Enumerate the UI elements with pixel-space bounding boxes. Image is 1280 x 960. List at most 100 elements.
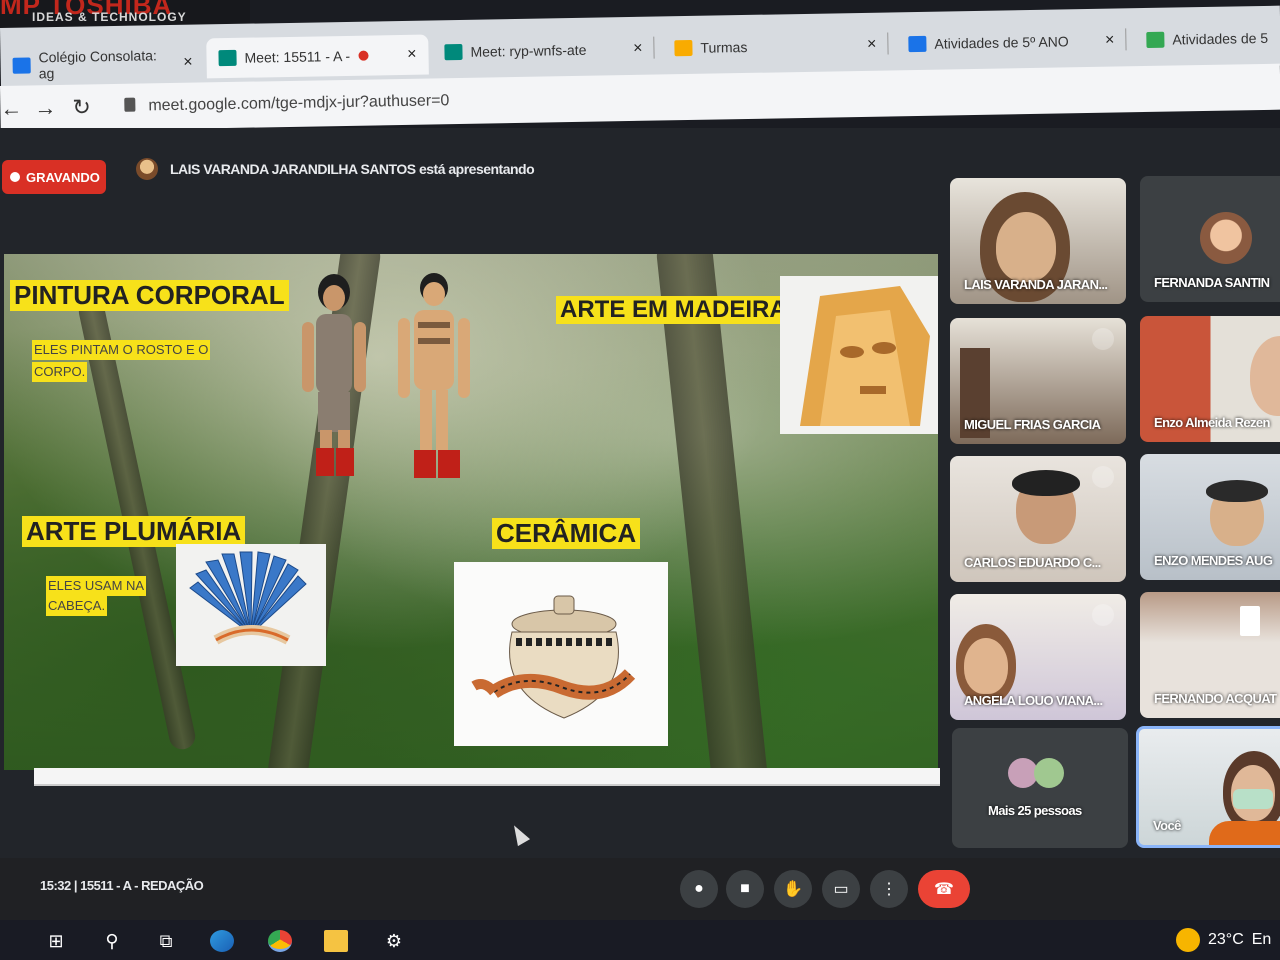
wooden-mask-image bbox=[780, 276, 938, 434]
slide-bottom-edge bbox=[34, 768, 940, 786]
mic-icon[interactable]: ● bbox=[680, 870, 718, 908]
tab-colegio[interactable]: Colégio Consolata: ag × bbox=[0, 42, 205, 86]
calendar-24-icon bbox=[12, 57, 31, 74]
participant-face bbox=[1250, 336, 1280, 416]
tab-label: Atividades de 5 bbox=[1172, 29, 1269, 48]
participant-tile[interactable]: FERNANDO ACQUAT bbox=[1140, 592, 1280, 718]
participant-hair bbox=[1012, 470, 1080, 496]
face-mask bbox=[1233, 789, 1273, 809]
recording-indicator-icon bbox=[358, 50, 369, 61]
windows-start-icon[interactable]: ⊞ bbox=[44, 930, 68, 952]
participant-tile[interactable]: MIGUEL FRIAS GARCIA bbox=[950, 318, 1126, 444]
mic-muted-icon bbox=[1092, 328, 1114, 350]
close-tab-icon[interactable]: × bbox=[1105, 32, 1115, 50]
wall-paper bbox=[1240, 606, 1260, 636]
form-icon bbox=[908, 35, 927, 53]
participant-name: FERNANDA SANTIN bbox=[1154, 275, 1270, 290]
meeting-info: 15:32 | 15511 - A - REDAÇÃO bbox=[40, 878, 204, 893]
classroom-icon bbox=[674, 39, 693, 57]
address-bar[interactable]: meet.google.com/tge-mdjx-jur?authuser=0 bbox=[148, 92, 449, 115]
close-tab-icon[interactable]: × bbox=[407, 46, 417, 64]
participant-name: FERNANDO ACQUAT bbox=[1154, 691, 1277, 706]
tab-label: Meet: 15511 - A - bbox=[244, 47, 351, 66]
language-indicator[interactable]: En bbox=[1252, 931, 1272, 949]
file-explorer-icon[interactable] bbox=[324, 930, 348, 952]
recording-badge: GRAVANDO bbox=[2, 160, 106, 194]
presented-slide: PINTURA CORPORAL ELES PINTAM O ROSTO E O… bbox=[4, 254, 938, 770]
tree-trunk bbox=[654, 254, 770, 770]
participant-tile[interactable]: LAIS VARANDA JARAN... bbox=[950, 178, 1126, 304]
tab-separator bbox=[653, 36, 655, 59]
tab-atividades-5[interactable]: Atividades de 5 bbox=[1134, 17, 1280, 60]
ceramic-pot-image bbox=[454, 562, 668, 746]
windows-taskbar: ⊞ ⚲ ⧉ ⚙ 23°C En bbox=[0, 920, 1280, 960]
reload-icon[interactable]: ↻ bbox=[72, 94, 91, 120]
participant-tile[interactable]: Enzo Almeida Rezen bbox=[1140, 316, 1280, 442]
more-participants-tile[interactable]: Mais 25 pessoas bbox=[952, 728, 1128, 848]
camera-icon[interactable]: ■ bbox=[726, 870, 764, 908]
tab-label: Atividades de 5º ANO bbox=[934, 33, 1069, 52]
presenter-avatar bbox=[136, 158, 158, 180]
participant-name: Você bbox=[1153, 818, 1181, 833]
weather-widget[interactable]: 23°C En bbox=[1176, 928, 1271, 952]
monitor-tagline: IDEAS & TECHNOLOGY bbox=[32, 10, 187, 24]
section-title: ARTE EM MADEIRA bbox=[556, 296, 791, 324]
participant-face bbox=[964, 638, 1008, 694]
self-view-tile[interactable]: Você bbox=[1136, 726, 1280, 848]
lock-icon bbox=[124, 97, 136, 112]
tab-meet-ryp[interactable]: Meet: ryp-wnfs-ate × bbox=[432, 29, 655, 73]
section-title: PINTURA CORPORAL bbox=[10, 280, 289, 311]
participant-face bbox=[996, 212, 1056, 282]
meet-icon bbox=[444, 43, 463, 61]
forward-arrow-icon[interactable]: → bbox=[34, 95, 56, 121]
participant-tile[interactable]: FERNANDA SANTIN bbox=[1140, 176, 1280, 302]
tab-label: Colégio Consolata: ag bbox=[38, 47, 157, 82]
tab-label: Turmas bbox=[700, 38, 748, 56]
participant-hair bbox=[1206, 480, 1268, 502]
section-title: ARTE PLUMÁRIA bbox=[22, 516, 246, 547]
presenter-banner: LAIS VARANDA JARANDILHA SANTOS está apre… bbox=[136, 158, 535, 180]
chrome-icon[interactable] bbox=[268, 930, 292, 952]
close-tab-icon[interactable]: × bbox=[183, 54, 193, 72]
edge-icon[interactable] bbox=[210, 930, 234, 952]
participant-name: ENZO MENDES AUG bbox=[1154, 553, 1273, 568]
tab-turmas[interactable]: Turmas × bbox=[662, 25, 889, 69]
tab-separator bbox=[887, 32, 889, 55]
end-call-icon[interactable]: ☎ bbox=[918, 870, 970, 908]
screen-photo: MP TOSHIBA IDEAS & TECHNOLOGY Colégio Co… bbox=[0, 0, 1280, 960]
feather-headdress-image bbox=[176, 544, 326, 666]
section-title: CERÂMICA bbox=[492, 518, 641, 549]
temperature: 23°C bbox=[1208, 931, 1244, 948]
body-paint-figures-image bbox=[302, 273, 470, 478]
search-icon[interactable]: ⚲ bbox=[100, 930, 124, 952]
classroom-icon bbox=[1146, 31, 1165, 48]
participant-name: CARLOS EDUARDO C... bbox=[964, 555, 1101, 570]
participant-name: Enzo Almeida Rezen bbox=[1154, 415, 1270, 430]
section-caption: ELES PINTAM O ROSTO E O bbox=[32, 340, 211, 360]
participant-name: MIGUEL FRIAS GARCIA bbox=[964, 417, 1101, 432]
participant-avatar bbox=[1200, 212, 1252, 264]
close-tab-icon[interactable]: × bbox=[633, 40, 643, 58]
settings-icon[interactable]: ⚙ bbox=[382, 930, 406, 952]
participant-tile[interactable]: ANGELA LOUO VIANA... bbox=[950, 594, 1126, 720]
participant-avatar bbox=[1034, 758, 1064, 788]
participant-tile[interactable]: ENZO MENDES AUG bbox=[1140, 454, 1280, 580]
close-tab-icon[interactable]: × bbox=[867, 36, 877, 54]
back-arrow-icon[interactable]: ← bbox=[0, 96, 22, 122]
meet-icon bbox=[218, 49, 237, 67]
present-icon[interactable]: ▭ bbox=[822, 870, 860, 908]
section-caption: CORPO. bbox=[32, 362, 88, 382]
mic-muted-icon bbox=[1092, 604, 1114, 626]
mic-muted-icon bbox=[1092, 466, 1114, 488]
recording-label: GRAVANDO bbox=[26, 169, 100, 185]
tab-meet-15511[interactable]: Meet: 15511 - A - × bbox=[206, 34, 429, 79]
raise-hand-icon[interactable]: ✋ bbox=[774, 870, 812, 908]
task-view-icon[interactable]: ⧉ bbox=[154, 930, 178, 952]
recording-dot-icon bbox=[10, 172, 20, 182]
more-icon[interactable]: ⋮ bbox=[870, 870, 908, 908]
participant-name: LAIS VARANDA JARAN... bbox=[964, 277, 1108, 292]
participant-tile[interactable]: CARLOS EDUARDO C... bbox=[950, 456, 1126, 582]
sun-icon bbox=[1176, 928, 1200, 952]
tab-atividades-5ano[interactable]: Atividades de 5º ANO × bbox=[896, 20, 1127, 64]
tab-label: Meet: ryp-wnfs-ate bbox=[470, 41, 587, 60]
